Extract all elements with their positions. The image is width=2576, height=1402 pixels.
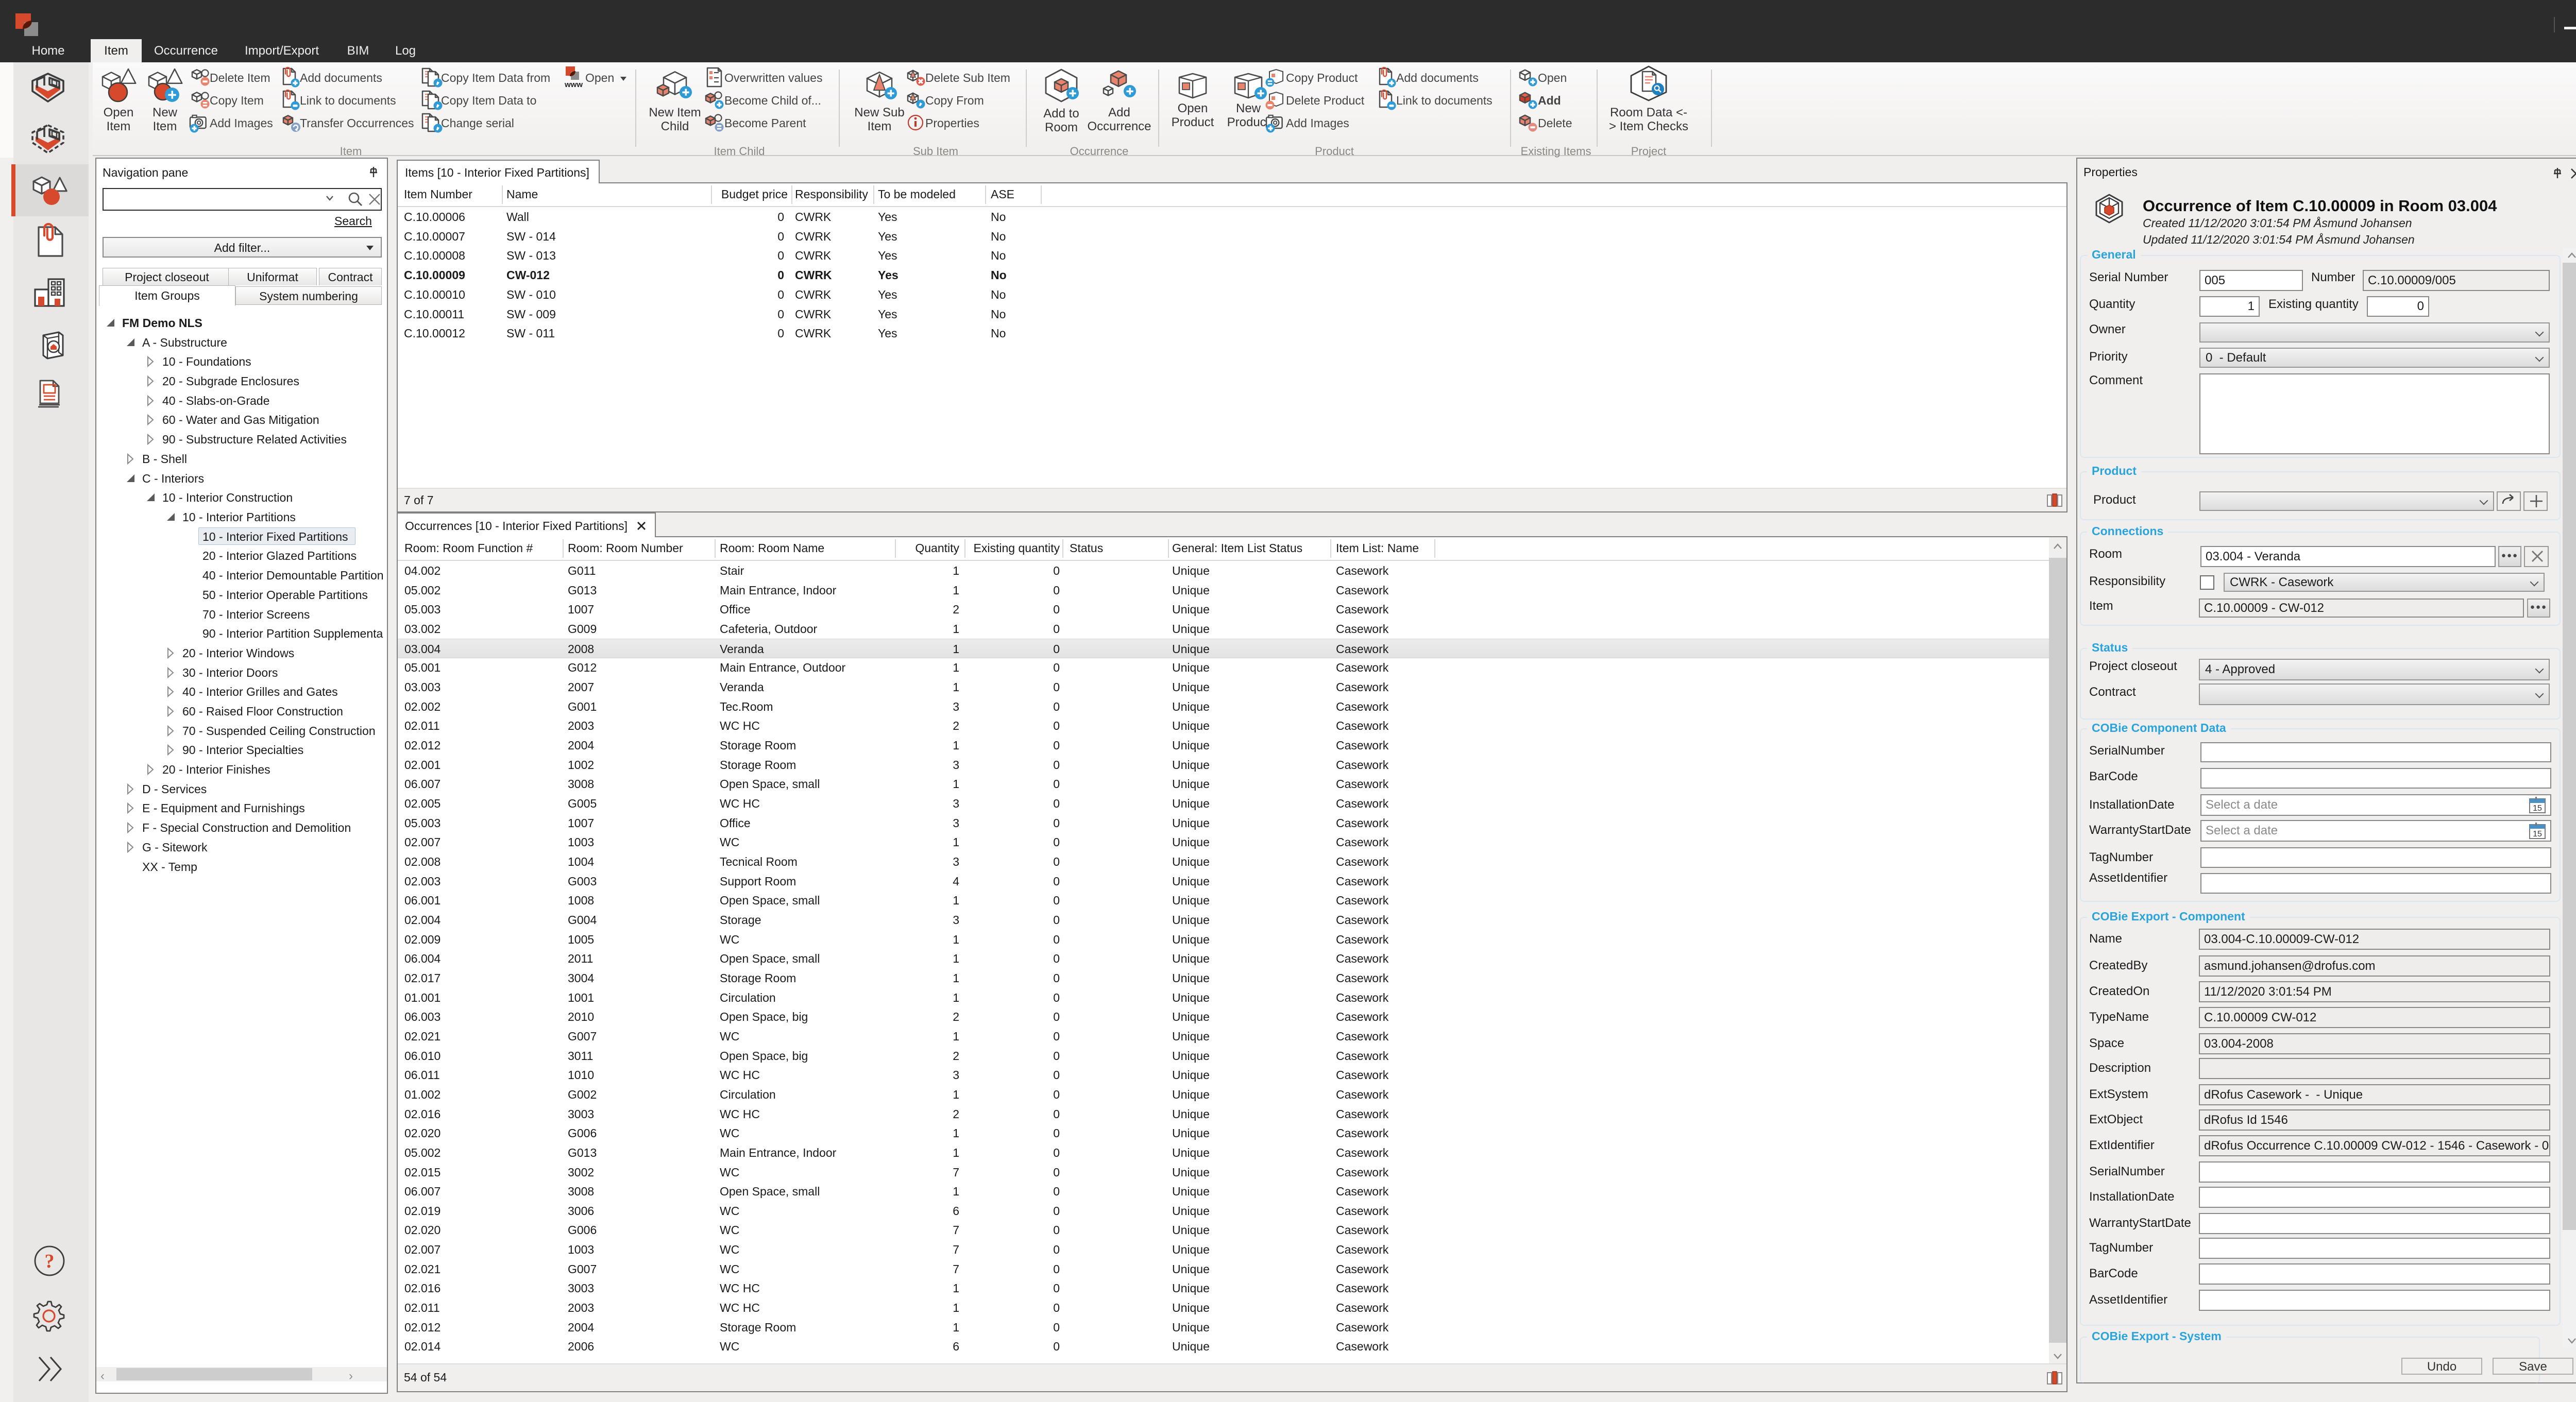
svg-text:15: 15 <box>2533 830 2542 839</box>
svg-text:?: ? <box>45 1251 55 1272</box>
svg-text:15: 15 <box>2533 804 2542 813</box>
svg-text:www: www <box>564 80 583 89</box>
